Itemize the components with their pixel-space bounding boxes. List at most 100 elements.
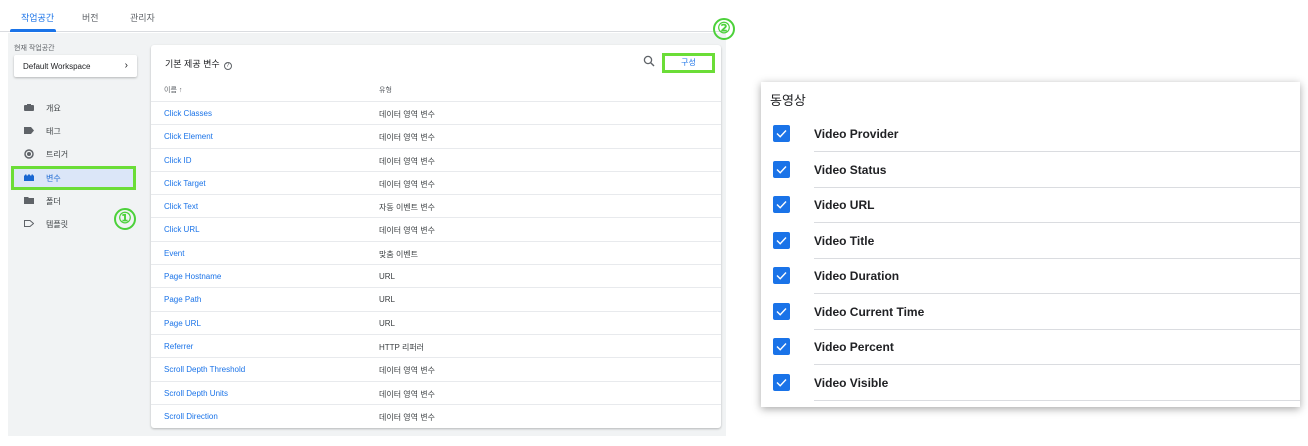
checkbox[interactable] [773, 196, 790, 213]
workspace-label: 현재 작업공간 [14, 45, 55, 52]
table-row[interactable]: Event 맞춤 이벤트 [151, 240, 721, 264]
variable-type: 데이터 영역 변수 [379, 156, 435, 166]
video-variable-label: Video Duration [814, 269, 900, 283]
video-variable-label: Video Title [814, 233, 875, 248]
video-variable-label: Video Status [814, 162, 887, 177]
annotation-number-one: ① [114, 208, 136, 230]
workspace-selector[interactable]: Default Workspace › [14, 55, 137, 77]
check-icon [776, 130, 787, 138]
folder-icon [24, 197, 34, 204]
video-variable-row: Video Duration [761, 258, 1300, 294]
help-icon[interactable]: ? [223, 62, 232, 70]
video-variables-panel: 동영상 Video Provider Video Status Video URL V… [761, 82, 1300, 407]
briefcase-icon [24, 104, 34, 111]
card-title: 기본 제공 변수? [165, 57, 232, 70]
table-row[interactable]: Scroll Depth Units 데이터 영역 변수 [151, 380, 721, 404]
checkbox[interactable] [773, 267, 790, 284]
variable-type: 맞춤 이벤트 [379, 249, 419, 259]
top-nav: 작업공간 버전 관리자 [0, 0, 726, 32]
table-row[interactable]: Click Element 데이터 영역 변수 [151, 124, 721, 147]
chevron-right-icon: › [124, 60, 128, 71]
check-icon [776, 343, 787, 351]
row-divider [814, 399, 1300, 401]
gtm-screenshot: 작업공간 버전 관리자 현재 작업공간 Default Workspace › … [0, 0, 726, 436]
variable-type: 데이터 영역 변수 [379, 366, 435, 376]
check-icon [776, 272, 787, 280]
variable-type: 데이터 영역 변수 [379, 226, 435, 236]
variables-table: Click Classes 데이터 영역 변수 Click Element 데이터 영… [151, 101, 721, 427]
variable-name-link[interactable]: Click URL [164, 225, 200, 234]
checkbox[interactable] [773, 231, 790, 249]
checkbox[interactable] [773, 338, 790, 355]
sidebar-item-overview[interactable]: 개요 [14, 98, 134, 118]
sidebar-item-folders[interactable]: 폴더 [14, 191, 134, 211]
variable-type: 데이터 영역 변수 [379, 133, 435, 143]
video-variable-label: Video URL [814, 198, 875, 212]
trigger-icon [24, 149, 34, 159]
variable-name-link[interactable]: Page Path [164, 295, 201, 304]
video-variable-row: Video Status [761, 152, 1300, 188]
sidebar-item-tags[interactable]: 태그 [14, 121, 134, 141]
table-row[interactable]: Referrer HTTP 리퍼러 [151, 333, 721, 357]
variable-type: URL [379, 272, 396, 282]
variable-name-link[interactable]: Event [164, 249, 184, 258]
annotation-number-two: ② [713, 18, 735, 40]
check-icon [776, 236, 787, 245]
variable-name-link[interactable]: Click ID [164, 156, 192, 165]
tab-versions[interactable]: 버전 [82, 11, 99, 24]
card-title-text: 기본 제공 변수 [165, 59, 220, 69]
variable-name-link[interactable]: Click Target [164, 179, 206, 188]
video-section-title: 동영상 [770, 93, 806, 108]
tab-admin[interactable]: 관리자 [130, 11, 155, 24]
variable-name-link[interactable]: Page URL [164, 319, 201, 328]
video-variable-row: Video Visible [761, 365, 1300, 401]
variable-name-link[interactable]: Click Element [164, 132, 213, 141]
tab-workspace[interactable]: 작업공간 [21, 11, 54, 24]
check-icon [776, 307, 787, 316]
checkbox[interactable] [773, 373, 790, 391]
variable-type: 데이터 영역 변수 [379, 412, 435, 422]
sidebar-item-label: 템플릿 [46, 220, 69, 229]
active-tab-indicator [10, 29, 56, 32]
template-icon [24, 220, 34, 227]
variable-name-link[interactable]: Referrer [164, 342, 193, 351]
table-row[interactable]: Click Target 데이터 영역 변수 [151, 170, 721, 194]
table-row[interactable]: Page Hostname URL [151, 264, 721, 287]
table-row[interactable]: Click Text 자동 이벤트 변수 [151, 194, 721, 217]
sidebar-item-label: 태그 [46, 127, 61, 136]
checkbox[interactable] [773, 160, 790, 178]
table-row[interactable]: Page URL URL [151, 310, 721, 334]
video-variable-label: Video Current Time [814, 304, 925, 319]
video-variable-label: Video Visible [814, 375, 889, 390]
variable-name-link[interactable]: Page Hostname [164, 272, 221, 281]
variable-name-link[interactable]: Scroll Depth Threshold [164, 365, 245, 374]
checkbox[interactable] [773, 302, 790, 320]
highlight-box-variables [11, 166, 136, 190]
search-icon[interactable] [643, 55, 655, 67]
table-row[interactable]: Page Path URL [151, 287, 721, 310]
stage: 작업공간 버전 관리자 현재 작업공간 Default Workspace › … [0, 0, 1308, 446]
variable-type: 데이터 영역 변수 [379, 389, 435, 399]
table-row[interactable]: Scroll Direction 데이터 영역 변수 [151, 403, 721, 427]
variable-type: HTTP 리퍼러 [379, 342, 425, 352]
configure-button[interactable]: 구성 [662, 53, 715, 73]
video-variable-label: Video Provider [814, 127, 899, 141]
video-variable-row: Video Provider [761, 116, 1300, 152]
video-variable-row: Video Title [761, 223, 1300, 259]
variable-name-link[interactable]: Scroll Depth Units [164, 389, 228, 398]
table-row[interactable]: Click URL 데이터 영역 변수 [151, 217, 721, 240]
table-row[interactable]: Click ID 데이터 영역 변수 [151, 147, 721, 171]
table-row[interactable]: Scroll Depth Threshold 데이터 영역 변수 [151, 357, 721, 380]
table-row[interactable]: Click Classes 데이터 영역 변수 [151, 101, 721, 124]
variable-name-link[interactable]: Click Text [164, 202, 198, 211]
sidebar-item-label: 개요 [46, 104, 61, 113]
sidebar-item-triggers[interactable]: 트리거 [14, 144, 134, 164]
column-header-name[interactable]: 이름 ↑ [164, 85, 182, 95]
variable-name-link[interactable]: Scroll Direction [164, 412, 218, 421]
variable-type: URL [379, 295, 396, 305]
variable-type: URL [379, 318, 396, 328]
variable-type: 데이터 영역 변수 [379, 110, 435, 119]
video-variable-row: Video Percent [761, 329, 1300, 365]
checkbox[interactable] [773, 125, 790, 142]
variable-name-link[interactable]: Click Classes [164, 109, 212, 118]
